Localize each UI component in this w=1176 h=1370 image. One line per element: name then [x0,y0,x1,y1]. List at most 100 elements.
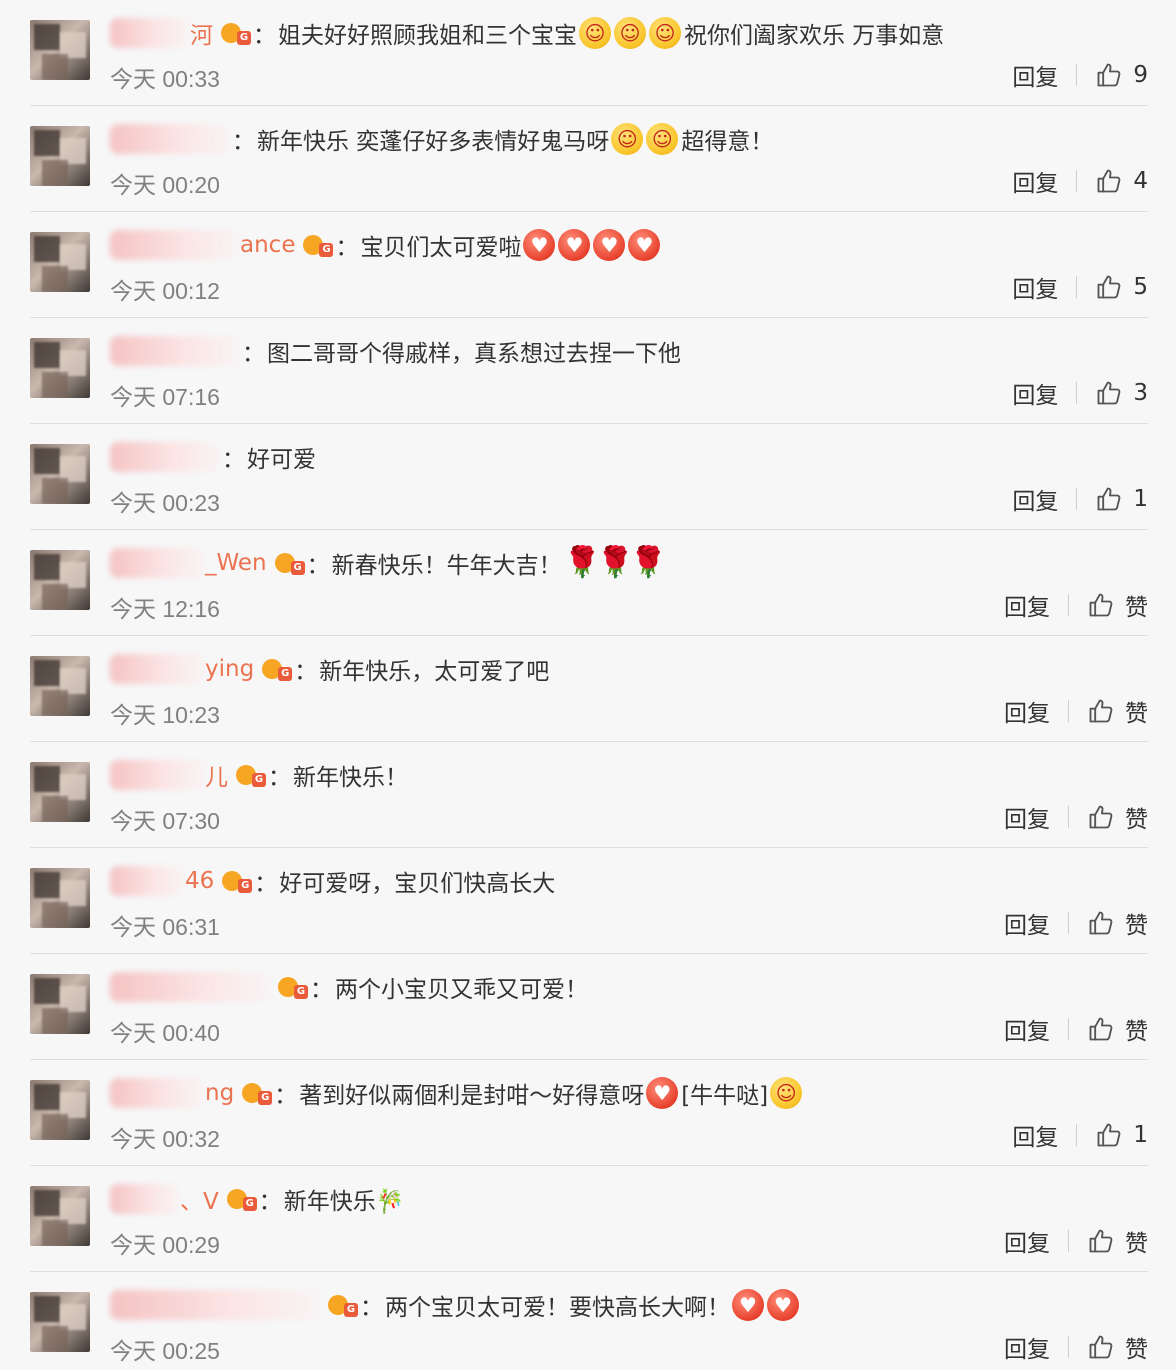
smiley-emoji-icon: ☺ [611,123,644,155]
thumbs-up-icon[interactable] [1095,485,1123,513]
like-count[interactable]: 4 [1133,168,1148,194]
like-count[interactable]: 9 [1133,62,1148,88]
thumbs-up-icon[interactable] [1095,379,1123,407]
like-count[interactable]: 赞 [1125,694,1148,728]
avatar[interactable] [30,656,90,716]
reply-button[interactable]: 回复 [1004,906,1050,940]
reply-button[interactable]: 回复 [1004,1012,1050,1046]
thumbs-up-icon[interactable] [1095,1121,1123,1149]
reply-button[interactable]: 回复 [1012,164,1058,198]
avatar[interactable] [30,444,90,504]
thumbs-up-icon[interactable] [1087,1015,1115,1043]
emoji-group: ♥ [646,1077,681,1109]
like-count[interactable]: 1 [1133,1122,1148,1148]
thumbs-up-icon[interactable] [1095,61,1123,89]
vip-badge-icon: G [278,975,308,999]
timestamp: 今天 00:29 [110,1232,220,1258]
avatar[interactable] [30,126,90,186]
reply-button[interactable]: 回复 [1012,58,1058,92]
thumbs-up-icon[interactable] [1087,1227,1115,1255]
blurred-username [110,18,190,48]
colon-separator: ： [294,659,318,685]
rose-emoji-icon: 🌹 [629,545,667,580]
reply-button[interactable]: 回复 [1004,694,1050,728]
thumbs-up-icon[interactable] [1087,803,1115,831]
blurred-username [110,972,270,1002]
avatar[interactable] [30,550,90,610]
username[interactable]: 、V [180,1182,219,1216]
username[interactable]: _Wen [205,550,267,576]
reply-button[interactable]: 回复 [1012,482,1058,516]
comment-text-continued: 超得意！ [681,129,774,155]
avatar[interactable] [30,338,90,398]
avatar[interactable] [30,1186,90,1246]
reply-button[interactable]: 回复 [1004,1330,1050,1364]
thumbs-up-icon[interactable] [1087,1333,1115,1361]
blurred-username [110,1290,320,1320]
action-divider [1068,1018,1069,1040]
action-divider [1068,700,1069,722]
like-count[interactable]: 赞 [1125,588,1148,622]
username[interactable]: 河 [190,16,213,50]
emoji-group: ☺ ☺ [611,123,681,155]
comment-item: 、V G：新年快乐🎋 今天 00:29 回复 赞 [0,1166,1176,1272]
action-divider [1076,382,1078,404]
username[interactable]: ng [205,1080,234,1106]
reply-button[interactable]: 回复 [1004,588,1050,622]
comment-item: ng G：著到好似兩個利是封咁～好得意呀 ♥ [牛牛哒] ☺ 今天 00:32 回复 1 [0,1060,1176,1166]
avatar[interactable] [30,1292,90,1352]
action-divider [1076,170,1078,192]
colon-separator: ： [254,871,278,897]
timestamp: 今天 00:23 [110,490,220,516]
blurred-username [110,124,230,154]
thumbs-up-icon[interactable] [1087,697,1115,725]
reply-button[interactable]: 回复 [1012,270,1058,304]
comment-text: 两个宝贝太可爱！要快高长大啊！ [385,1295,730,1321]
timestamp: 今天 07:16 [110,384,220,410]
avatar[interactable] [30,20,90,80]
like-count[interactable]: 赞 [1125,1330,1148,1364]
comment-text: 图二哥哥个得戚样，真系想过去捏一下他 [267,341,681,367]
reply-button[interactable]: 回复 [1004,800,1050,834]
username[interactable]: ance [240,232,295,258]
comment-text-continued: [牛牛哒] [681,1083,769,1109]
like-count[interactable]: 赞 [1125,800,1148,834]
username[interactable]: 儿 [205,758,228,792]
thumbs-up-icon[interactable] [1087,909,1115,937]
avatar[interactable] [30,868,90,928]
comment-actions: 回复 赞 [1004,906,1148,940]
avatar[interactable] [30,232,90,292]
like-count[interactable]: 5 [1133,274,1148,300]
reply-button[interactable]: 回复 [1004,1224,1050,1258]
reply-button[interactable]: 回复 [1012,1118,1058,1152]
comment-line: ying G：新年快乐，太可爱了吧 [205,652,549,686]
comment-item: ：好可爱 今天 00:23 回复 1 [0,424,1176,530]
comment-text: 宝贝们太可爱啦 [360,235,522,261]
username[interactable]: ying [205,656,254,682]
vip-badge-icon: G [236,763,266,787]
like-count[interactable]: 1 [1133,486,1148,512]
comment-line: G：两个宝贝太可爱！要快高长大啊！ ♥ ♥ [320,1288,802,1322]
comment-line: G：两个小宝贝又乖又可爱！ [270,970,588,1004]
thumbs-up-icon[interactable] [1095,273,1123,301]
colon-separator: ： [306,553,330,579]
comment-line: 河 G：姐夫好好照顾我姐和三个宝宝 ☺ ☺ ☺ 祝你们阖家欢乐 万事如意 [190,16,944,50]
colon-separator: ： [268,765,291,791]
avatar[interactable] [30,974,90,1034]
smiley-emoji-icon: ☺ [770,1077,803,1109]
avatar[interactable] [30,762,90,822]
avatar[interactable] [30,1080,90,1140]
reply-button[interactable]: 回复 [1012,376,1058,410]
comment-actions: 回复 赞 [1004,588,1148,622]
username[interactable]: 46 [185,868,214,894]
rose-emoji-icon: 🌹 [563,545,601,580]
action-divider [1068,1336,1069,1358]
like-count[interactable]: 赞 [1125,1224,1148,1258]
thumbs-up-icon[interactable] [1087,591,1115,619]
vip-badge-icon: G [242,1081,273,1105]
like-count[interactable]: 赞 [1125,906,1148,940]
thumbs-up-icon[interactable] [1095,167,1123,195]
action-divider [1068,1230,1069,1252]
like-count[interactable]: 3 [1133,380,1148,406]
like-count[interactable]: 赞 [1125,1012,1148,1046]
